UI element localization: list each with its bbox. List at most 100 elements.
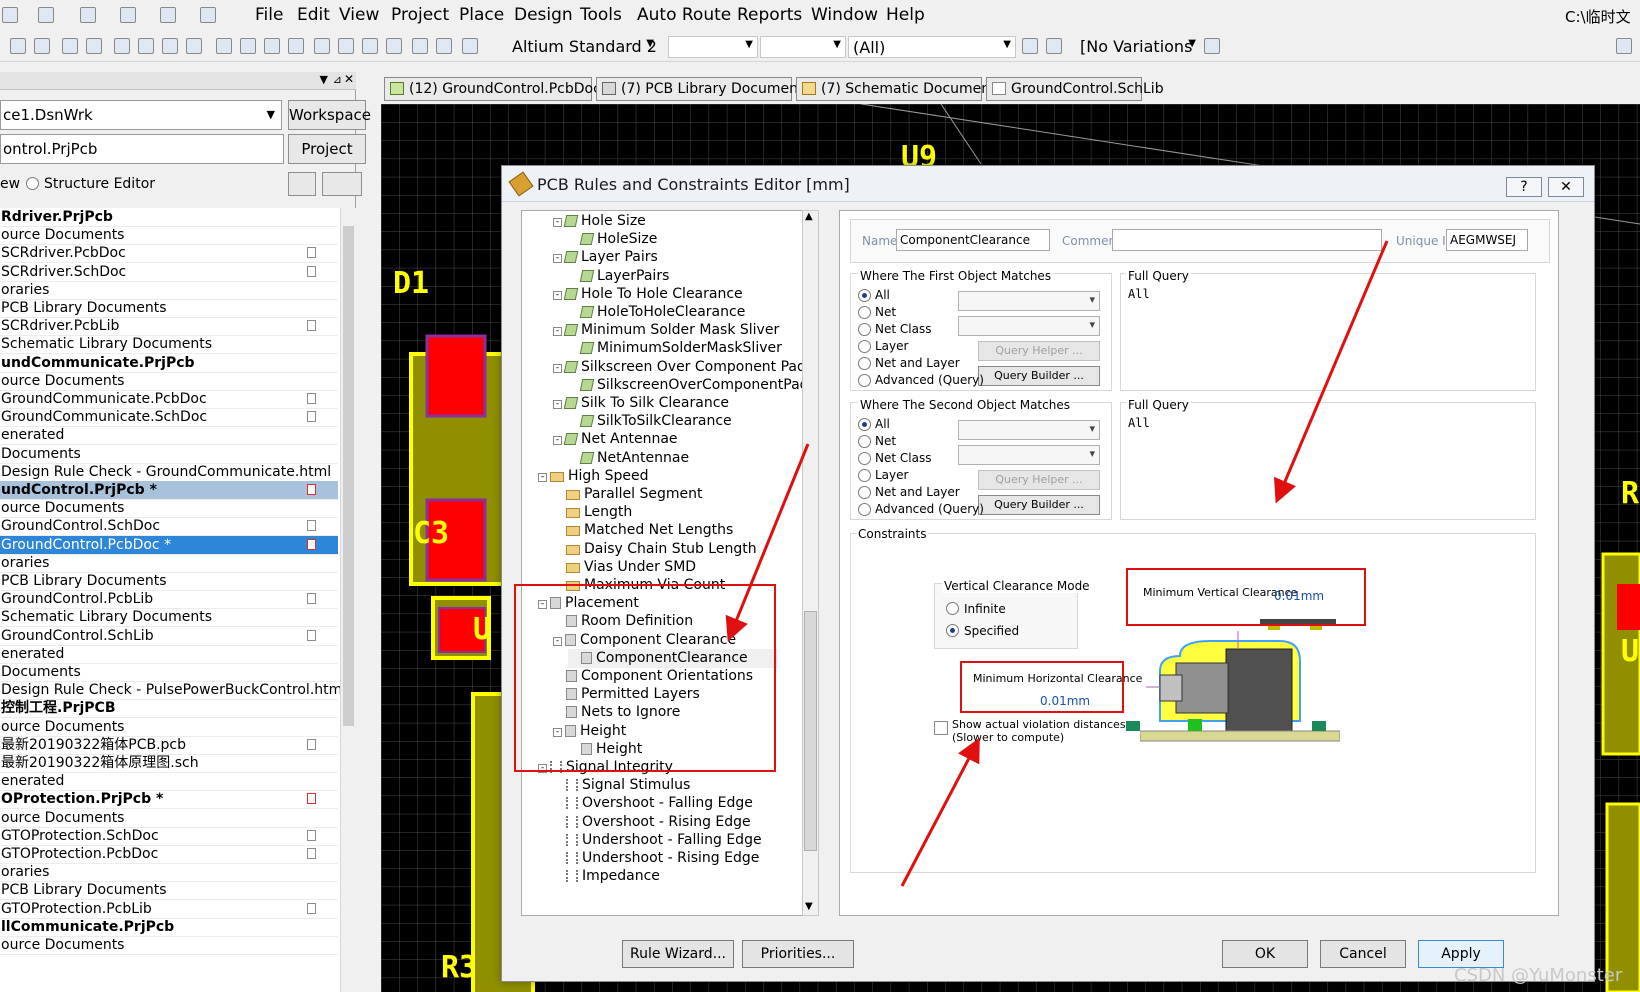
list-item[interactable]: Schematic Library Documents [0,335,338,355]
list-item[interactable]: GroundCommunicate.SchDoc [0,408,338,428]
zoom-fit-icon[interactable] [162,38,178,54]
layer-icon[interactable] [62,38,78,54]
panel-action-icon[interactable] [288,172,316,196]
list-item[interactable]: undCommunicate.PrjPcb [0,354,338,373]
list-item[interactable]: ource Documents [0,718,338,737]
rule-wizard-button[interactable]: Rule Wizard... [622,940,734,968]
structure-editor-radio[interactable] [26,177,39,190]
list-item[interactable]: SCRdriver.PcbDoc [0,244,338,264]
list-item[interactable]: PCB Library Documents [0,881,338,901]
list-item[interactable]: 最新20190322箱体PCB.pcb [0,736,338,755]
filter-icon[interactable] [1022,38,1038,54]
tab-pcbdoc[interactable]: (12) GroundControl.PcbDoc * [384,77,612,101]
menu-help[interactable]: Help [886,5,925,25]
list-item[interactable]: ource Documents [0,936,338,955]
close-icon[interactable]: ✕ [344,72,354,86]
print-preview-icon[interactable] [34,38,50,54]
list-item[interactable]: enerated [0,645,338,664]
menu-project[interactable]: Project [391,5,449,25]
menu-reports[interactable]: Reports [737,5,802,25]
list-item[interactable]: undControl.PrjPcb * [0,481,338,500]
list-item[interactable]: GroundControl.PcbLib [0,590,338,610]
list-item[interactable]: SCRdriver.SchDoc [0,263,338,282]
list-item[interactable]: oraries [0,554,338,573]
priorities-button[interactable]: Priorities... [742,940,854,968]
list-item[interactable]: GTOProtection.PcbLib [0,900,338,919]
project-field[interactable]: ontrol.PrjPcb [0,134,284,164]
list-item[interactable]: 最新20190322箱体原理图.sch [0,754,338,773]
toolbar-icon[interactable] [80,7,96,23]
zoom-area-icon[interactable] [138,38,154,54]
list-item[interactable]: SCRdriver.PcbLib [0,317,338,337]
list-item[interactable]: Schematic Library Documents [0,608,338,628]
undo-icon[interactable] [412,38,428,54]
cancel-button[interactable]: Cancel [1320,940,1406,968]
list-item[interactable]: Documents [0,663,338,682]
menu-tools[interactable]: Tools [580,5,622,25]
list-item[interactable]: GroundControl.SchLib [0,627,338,646]
clear-icon[interactable] [386,38,402,54]
tab-schematic[interactable]: (7) Schematic Document [796,77,996,101]
tab-schlib[interactable]: GroundControl.SchLib [986,77,1164,101]
board-insight-icon[interactable] [1204,38,1220,54]
toolbar-icon[interactable] [160,7,176,23]
list-item[interactable]: PCB Library Documents [0,572,338,591]
zoom-icon[interactable] [114,38,130,54]
ok-button[interactable]: OK [1222,940,1308,968]
list-item[interactable]: PCB Library Documents [0,299,338,318]
scroll-thumb[interactable] [343,226,354,726]
grid-icon[interactable] [200,7,216,23]
tab-pcb-library[interactable]: (7) PCB Library Document [596,77,804,101]
menu-edit[interactable]: Edit [297,5,330,25]
list-item[interactable]: Documents [0,445,338,464]
apply-button[interactable]: Apply [1418,940,1504,968]
list-item[interactable]: GTOProtection.SchDoc [0,827,338,846]
list-item[interactable]: OProtection.PrjPcb * [0,790,338,810]
workspace-field[interactable]: ce1.DsnWrk ▼ [0,100,282,130]
move-icon[interactable] [338,38,354,54]
all-filter-dropdown[interactable]: (All) ▼ [848,36,1016,58]
menu-window[interactable]: Window [811,5,878,25]
list-item[interactable]: Rdriver.PrjPcb [0,208,338,227]
zoom-select-icon[interactable] [186,38,202,54]
list-item[interactable]: ource Documents [0,809,338,828]
list-item[interactable]: GTOProtection.PcbDoc [0,845,338,864]
paste-icon[interactable] [264,38,280,54]
list-item[interactable]: Design Rule Check - GroundCommunicate.ht… [0,463,338,482]
list-item[interactable]: ource Documents [0,226,338,246]
menu-design[interactable]: Design [514,5,573,25]
pin-icon[interactable]: ⊿ [333,73,342,86]
list-item[interactable]: GroundCommunicate.PcbDoc [0,390,338,409]
list-item[interactable]: ource Documents [0,372,338,391]
list-item[interactable]: GroundControl.PcbDoc * [0,535,338,555]
panel-menu-icon[interactable]: ▼ [320,73,328,86]
rubber-stamp-icon[interactable] [288,38,304,54]
redo-icon[interactable] [436,38,452,54]
copy-icon[interactable] [240,38,256,54]
toolbar-icon[interactable] [120,7,136,23]
panel-options-icon[interactable] [322,172,362,196]
clear-filter-icon[interactable] [1046,38,1062,54]
menu-auto-route[interactable]: Auto Route [637,5,731,25]
list-item[interactable]: enerated [0,772,338,792]
list-item[interactable]: 控制工程.PrjPCB [0,699,338,719]
standard-dropdown[interactable]: Altium Standard 2 ▼ [508,36,658,58]
menu-place[interactable]: Place [459,5,504,25]
list-item[interactable]: llCommunicate.PrjPcb [0,918,338,937]
blank-dropdown-2[interactable]: ▼ [760,36,846,58]
workspace-button[interactable]: Workspace [288,100,371,130]
list-item[interactable]: enerated [0,426,338,446]
menu-file[interactable]: File [255,5,283,25]
list-item[interactable]: oraries [0,863,338,883]
toolbar-icon[interactable] [2,7,18,23]
select-icon[interactable] [314,38,330,54]
list-item[interactable]: GroundControl.SchDoc [0,517,338,537]
edit-icon[interactable] [1616,38,1632,54]
list-item[interactable]: ource Documents [0,499,338,519]
project-tree-scrollbar[interactable] [340,208,356,992]
cut-icon[interactable] [216,38,232,54]
project-button[interactable]: Project [288,134,366,164]
pen-icon[interactable] [462,38,478,54]
print-icon[interactable] [10,38,26,54]
blank-dropdown-1[interactable]: ▼ [668,36,758,58]
